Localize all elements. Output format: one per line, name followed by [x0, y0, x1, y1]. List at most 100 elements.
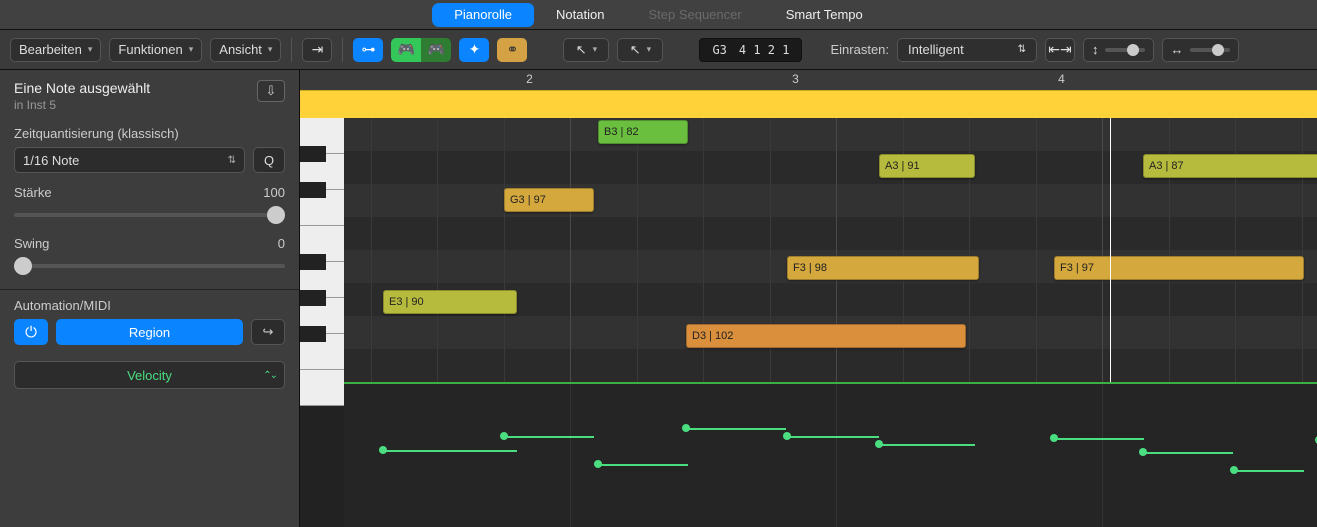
catalog-icon: ⇩: [266, 83, 277, 99]
chevron-down-icon: ▾: [189, 44, 194, 55]
quantize-select[interactable]: 1/16 Note ⇅: [14, 147, 245, 173]
menu-functions-label: Funktionen: [118, 42, 182, 57]
midi-note[interactable]: F3 | 97: [1054, 256, 1304, 280]
swing-slider[interactable]: [14, 257, 285, 275]
link-button[interactable]: ⚭: [497, 38, 527, 62]
velocity-node[interactable]: [682, 424, 690, 432]
zoom-v-knob[interactable]: [1127, 44, 1139, 56]
snap-label: Einrasten:: [830, 42, 889, 57]
ruler-bar-number: 3: [792, 72, 799, 86]
note-grid[interactable]: B3 | 82 A3 | 91 A3 | 87 G3 | 97 F3 | 98 F3 | …: [344, 118, 1317, 382]
midi-note[interactable]: B3 | 82: [598, 120, 688, 144]
zoom-vertical[interactable]: ↕: [1083, 38, 1154, 62]
pianoroll-toolbar: Bearbeiten ▾ Funktionen ▾ Ansicht ▾ ⇥ ⊶ 🎮 🎮…: [0, 30, 1317, 70]
menu-view-label: Ansicht: [219, 42, 262, 57]
midi-out-b-button[interactable]: 🎮: [421, 38, 451, 62]
toolbar-divider: [342, 38, 343, 62]
tool-right[interactable]: ↖▾: [617, 38, 663, 62]
velocity-node[interactable]: [1139, 448, 1147, 456]
midi-note[interactable]: F3 | 98: [787, 256, 979, 280]
velocity-node[interactable]: [379, 446, 387, 454]
automation-power-button[interactable]: ⏻: [14, 319, 48, 345]
velocity-line: [1054, 438, 1144, 440]
time-ruler[interactable]: 2345: [300, 70, 1317, 118]
zoom-h-icon: ↔: [1171, 42, 1184, 57]
pointer-icon: ↖: [630, 42, 641, 58]
strength-label: Stärke: [14, 185, 52, 200]
automation-region-button[interactable]: Region: [56, 319, 243, 345]
catalog-button[interactable]: ⇩: [257, 80, 285, 102]
piano-white-key[interactable]: [300, 370, 344, 406]
swing-value: 0: [278, 236, 285, 251]
region-marker[interactable]: [300, 90, 1317, 118]
menu-edit[interactable]: Bearbeiten ▾: [10, 38, 101, 62]
velocity-line: [686, 428, 786, 430]
menu-functions[interactable]: Funktionen ▾: [109, 38, 202, 62]
sidebar-divider: [0, 289, 299, 290]
snap-toggle-button[interactable]: ⇤⇥: [1045, 38, 1075, 62]
editor-tabbar: Pianorolle Notation Step Sequencer Smart…: [0, 0, 1317, 30]
strength-knob[interactable]: [267, 206, 285, 224]
midi-out-a-button[interactable]: 🎮: [391, 38, 421, 62]
zoom-horizontal[interactable]: ↔: [1162, 38, 1239, 62]
midi-in-button[interactable]: ⊶: [353, 38, 383, 62]
collapse-button[interactable]: ⇥: [302, 38, 332, 62]
catch-button[interactable]: ✦: [459, 38, 489, 62]
selection-sub: in Inst 5: [14, 98, 150, 112]
ruler-bar-number: 2: [526, 72, 533, 86]
snap-icon: ⇤⇥: [1048, 41, 1071, 58]
tab-notation[interactable]: Notation: [534, 3, 626, 27]
velocity-line: [1234, 470, 1304, 472]
midi-note[interactable]: A3 | 91: [879, 154, 975, 178]
velocity-line: [1143, 452, 1233, 454]
velocity-line: [383, 450, 517, 452]
ruler-bar-number: 4: [1058, 72, 1065, 86]
menu-edit-label: Bearbeiten: [19, 42, 82, 57]
share-icon: ↪: [263, 324, 274, 340]
midi-note[interactable]: D3 | 102: [686, 324, 966, 348]
piano-black-key[interactable]: [300, 326, 326, 342]
velocity-node[interactable]: [783, 432, 791, 440]
updown-icon: ⇅: [1018, 44, 1026, 55]
piano-black-key[interactable]: [300, 290, 326, 306]
quantize-apply-button[interactable]: Q: [253, 147, 285, 173]
midi-note[interactable]: E3 | 90: [383, 290, 517, 314]
inspector-sidebar: Eine Note ausgewählt in Inst 5 ⇩ Zeitqua…: [0, 70, 300, 527]
snap-value: Intelligent: [908, 42, 964, 57]
pianoroll-editor[interactable]: 2345 B3 | 82A3 | 91A3 | 87G3 | 97F3 | 98…: [300, 70, 1317, 527]
snap-select[interactable]: Intelligent ⇅: [897, 38, 1037, 62]
info-lcd: G3 4 1 2 1: [699, 38, 802, 62]
midi-note[interactable]: G3 | 97: [504, 188, 594, 212]
chevron-down-icon: ▾: [88, 44, 93, 55]
tab-pianoroll[interactable]: Pianorolle: [432, 3, 534, 27]
swing-knob[interactable]: [14, 257, 32, 275]
selection-title: Eine Note ausgewählt: [14, 80, 150, 96]
menu-view[interactable]: Ansicht ▾: [210, 38, 281, 62]
updown-icon: ⇅: [228, 155, 236, 166]
piano-black-key[interactable]: [300, 146, 326, 162]
lcd-position: 4 1 2 1: [739, 43, 790, 57]
velocity-lane[interactable]: [344, 382, 1317, 527]
strength-slider[interactable]: [14, 206, 285, 224]
velocity-node[interactable]: [1050, 434, 1058, 442]
link-icon: ⚭: [507, 41, 519, 58]
automation-param-select[interactable]: Velocity: [14, 361, 285, 389]
piano-black-key[interactable]: [300, 254, 326, 270]
piano-keyboard[interactable]: [300, 118, 344, 527]
velocity-node[interactable]: [875, 440, 883, 448]
midi-note[interactable]: A3 | 87: [1143, 154, 1317, 178]
velocity-node[interactable]: [594, 460, 602, 468]
tool-left[interactable]: ↖▾: [563, 38, 609, 62]
piano-black-key[interactable]: [300, 182, 326, 198]
chevron-down-icon: ▾: [268, 44, 273, 55]
velocity-line: [598, 464, 688, 466]
tab-smarttempo[interactable]: Smart Tempo: [764, 3, 885, 27]
velocity-node[interactable]: [1230, 466, 1238, 474]
zoom-h-knob[interactable]: [1212, 44, 1224, 56]
playhead[interactable]: [1110, 118, 1111, 382]
automation-share-button[interactable]: ↪: [251, 319, 285, 345]
sparkle-icon: ✦: [469, 41, 481, 58]
velocity-line: [879, 444, 975, 446]
velocity-node[interactable]: [500, 432, 508, 440]
swing-label: Swing: [14, 236, 49, 251]
